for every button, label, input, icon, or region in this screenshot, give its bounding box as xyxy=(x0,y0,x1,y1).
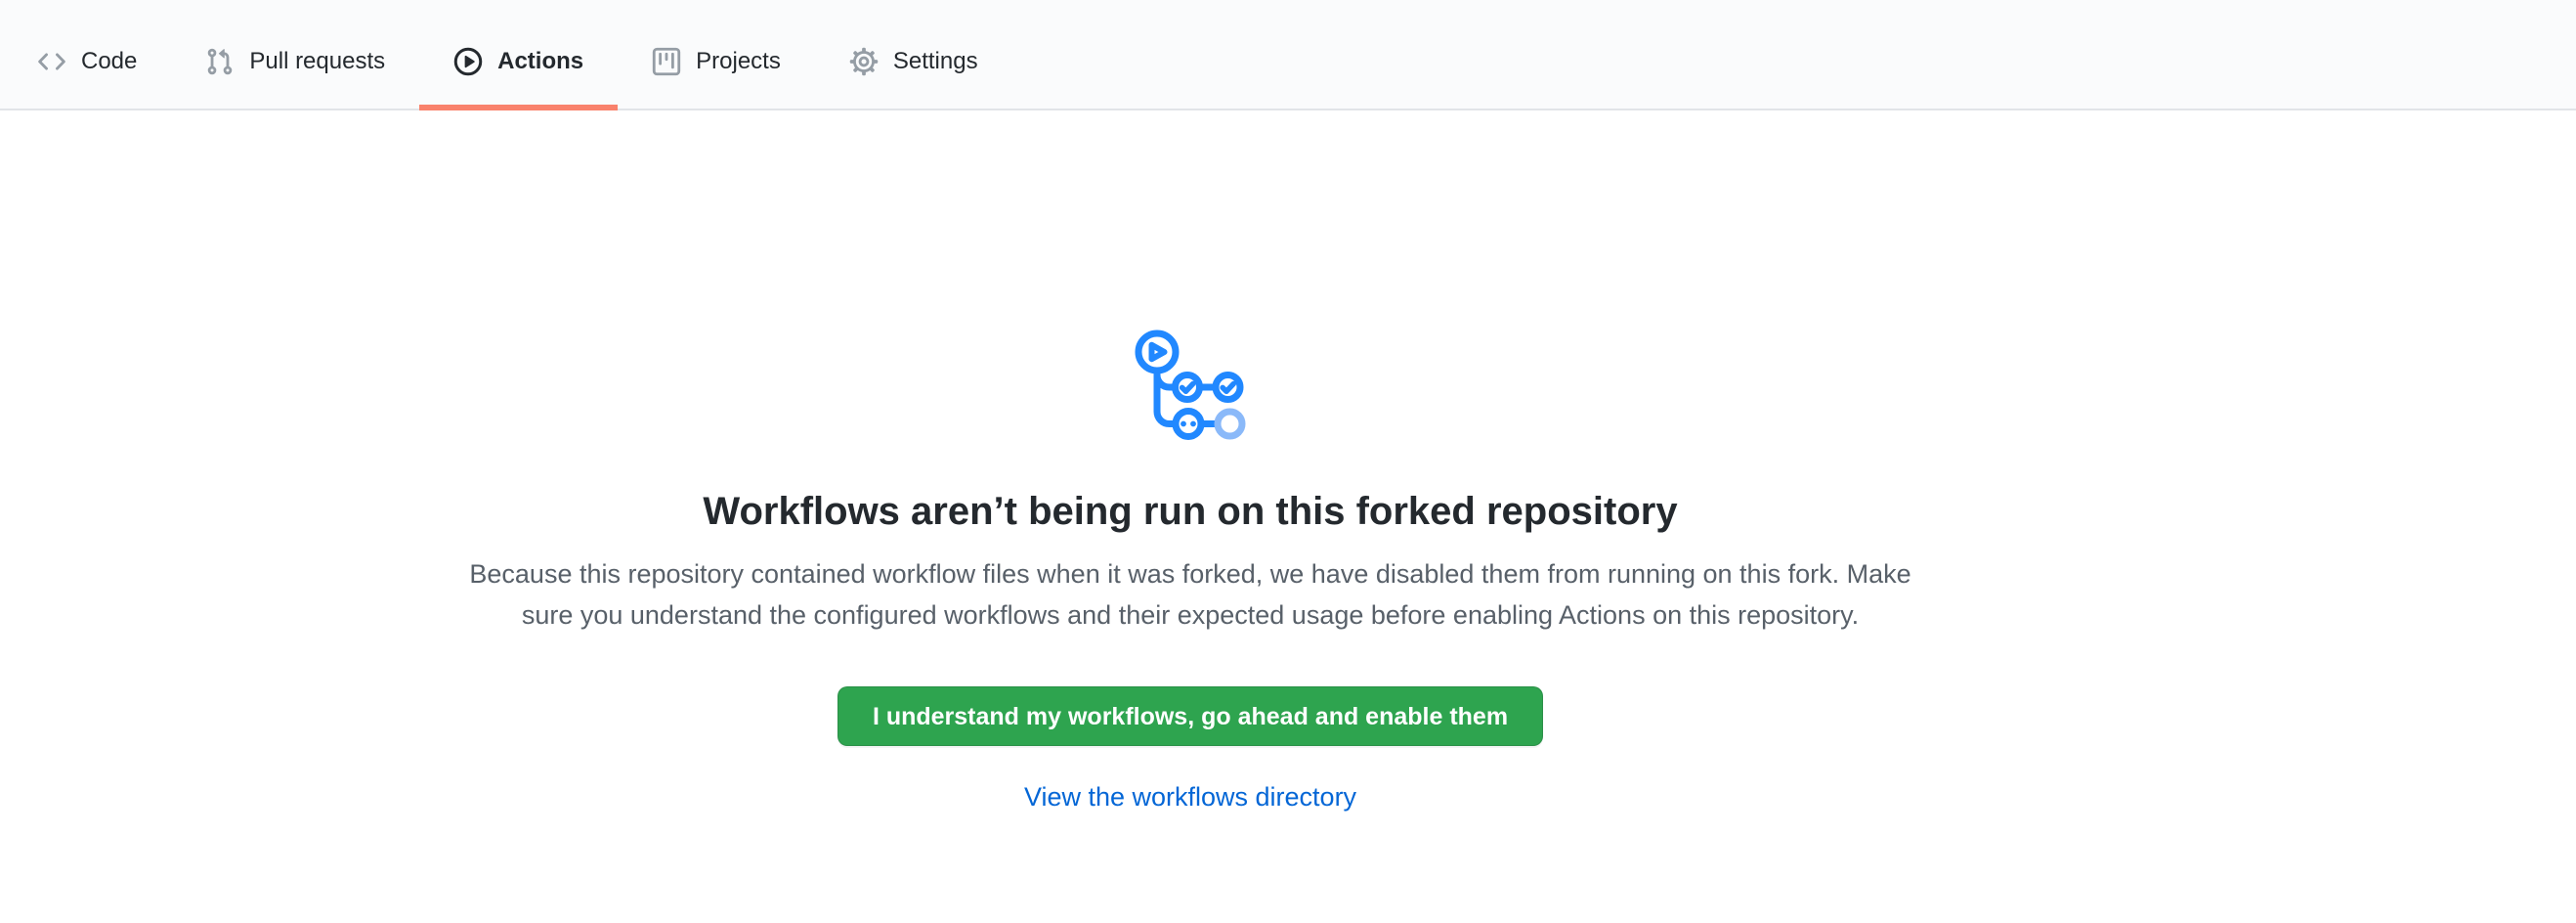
tab-label: Pull requests xyxy=(249,50,385,73)
tab-projects[interactable]: Projects xyxy=(618,14,815,109)
workflows-directory-link[interactable]: View the workflows directory xyxy=(1024,782,1356,812)
tab-settings[interactable]: Settings xyxy=(815,14,1012,109)
tab-actions[interactable]: Actions xyxy=(419,14,618,109)
blankslate-description: Because this repository contained workfl… xyxy=(0,553,2381,636)
play-icon xyxy=(453,47,483,76)
tab-label: Settings xyxy=(893,50,978,73)
tab-label: Actions xyxy=(497,50,583,73)
description-line-1: Because this repository contained workfl… xyxy=(0,553,2381,594)
tab-pull-requests[interactable]: Pull requests xyxy=(171,14,419,109)
description-line-2: sure you understand the configured workf… xyxy=(0,594,2381,636)
project-icon xyxy=(652,47,681,76)
tab-code[interactable]: Code xyxy=(3,14,171,109)
git-pull-request-icon xyxy=(205,47,235,76)
repo-tab-bar: Code Pull requests Actions Pr xyxy=(0,0,2576,110)
tab-label: Projects xyxy=(696,50,781,73)
blankslate-title: Workflows aren’t being run on this forke… xyxy=(0,487,2381,536)
tab-label: Code xyxy=(81,50,137,73)
enable-workflows-button[interactable]: I understand my workflows, go ahead and … xyxy=(837,686,1543,746)
workflow-graph-icon xyxy=(1135,330,1246,440)
actions-disabled-panel: Workflows aren’t being run on this forke… xyxy=(0,110,2576,813)
link-row: View the workflows directory xyxy=(0,780,2381,813)
gear-icon xyxy=(849,47,879,76)
code-icon xyxy=(37,47,66,76)
